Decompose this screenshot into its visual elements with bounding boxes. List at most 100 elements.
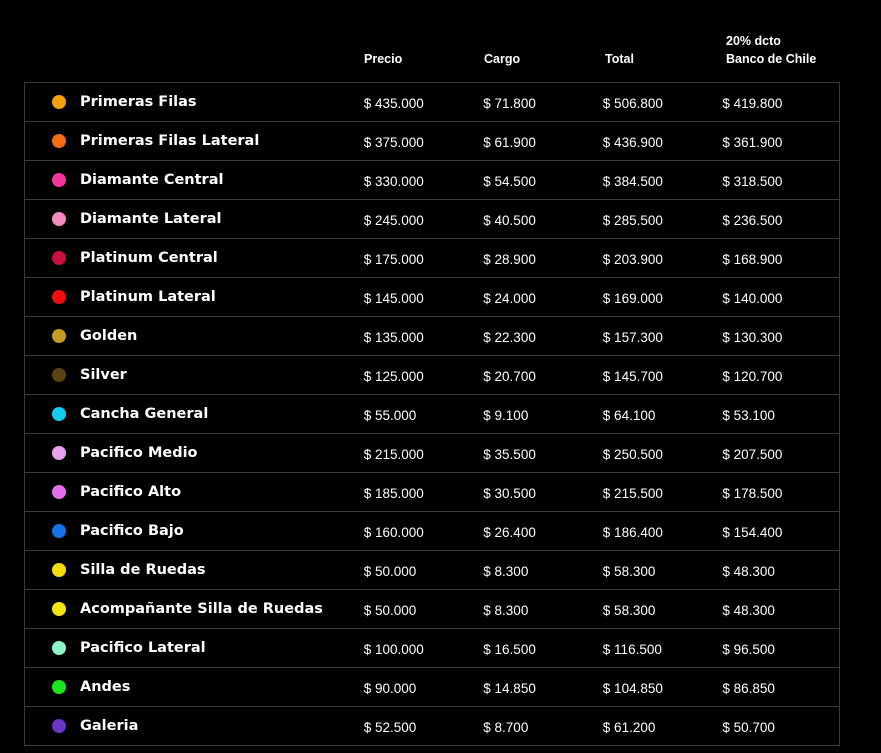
fee-cell: $ 8.700 bbox=[483, 707, 603, 746]
zone-cell: Primeras Filas Lateral bbox=[24, 121, 364, 161]
zone-name: Platinum Lateral bbox=[80, 289, 216, 305]
discount-value: $ 48.300 bbox=[722, 563, 775, 579]
fee-cell: $ 8.300 bbox=[483, 550, 603, 590]
discount-value: $ 154.400 bbox=[722, 524, 783, 540]
zone-name: Primeras Filas Lateral bbox=[80, 133, 260, 149]
fee-value: $ 26.400 bbox=[483, 524, 536, 540]
price-value: $ 145.000 bbox=[363, 290, 424, 306]
fee-cell: $ 28.900 bbox=[483, 238, 603, 278]
discount-cell: $ 154.400 bbox=[722, 511, 840, 551]
fee-cell: $ 8.300 bbox=[483, 589, 603, 629]
zone-cell: Platinum Central bbox=[24, 238, 364, 278]
zone-label-group: Platinum Central bbox=[25, 239, 364, 277]
zone-color-dot-icon bbox=[52, 641, 66, 655]
price-cell: $ 245.000 bbox=[363, 199, 484, 239]
fee-cell: $ 20.700 bbox=[483, 355, 603, 395]
discount-cell: $ 120.700 bbox=[722, 355, 840, 395]
total-cell: $ 58.300 bbox=[602, 589, 723, 629]
total-value: $ 186.400 bbox=[602, 524, 663, 540]
discount-cell: $ 178.500 bbox=[722, 472, 840, 512]
total-value: $ 116.500 bbox=[602, 641, 662, 657]
discount-cell: $ 130.300 bbox=[722, 316, 840, 356]
fee-cell: $ 16.500 bbox=[483, 628, 603, 668]
discount-value: $ 120.700 bbox=[722, 368, 783, 384]
zone-color-dot-icon bbox=[52, 173, 66, 187]
table-row: Pacifico Lateral $ 100.000 $ 16.500 $ 116.5… bbox=[24, 628, 840, 668]
zone-name: Galeria bbox=[80, 718, 139, 734]
price-value: $ 50.000 bbox=[363, 563, 417, 579]
zone-cell: Andes bbox=[24, 667, 364, 707]
total-value: $ 506.800 bbox=[602, 95, 663, 111]
zone-color-dot-icon bbox=[52, 290, 66, 304]
header-discount: 20% dcto Banco de Chile bbox=[726, 34, 817, 66]
zone-label-group: Acompañante Silla de Ruedas bbox=[25, 590, 364, 628]
table-row: Andes $ 90.000 $ 14.850 $ 104.850 $ 86.850 bbox=[24, 667, 840, 707]
discount-value: $ 96.500 bbox=[722, 641, 775, 657]
zone-label-group: Primeras Filas bbox=[25, 83, 364, 121]
zone-cell: Platinum Lateral bbox=[24, 277, 364, 317]
discount-cell: $ 96.500 bbox=[722, 628, 840, 668]
price-cell: $ 185.000 bbox=[363, 472, 484, 512]
zone-color-dot-icon bbox=[52, 563, 66, 577]
fee-value: $ 8.300 bbox=[483, 563, 529, 579]
discount-cell: $ 48.300 bbox=[722, 589, 840, 629]
zone-name: Silla de Ruedas bbox=[80, 562, 206, 578]
zone-name: Golden bbox=[80, 328, 138, 344]
total-cell: $ 116.500 bbox=[602, 628, 723, 668]
zone-cell: Silver bbox=[24, 355, 364, 395]
price-cell: $ 100.000 bbox=[363, 628, 484, 668]
zone-label-group: Cancha General bbox=[25, 395, 364, 433]
total-cell: $ 250.500 bbox=[602, 433, 723, 473]
price-value: $ 55.000 bbox=[363, 407, 417, 423]
zone-color-dot-icon bbox=[52, 407, 66, 421]
fee-value: $ 40.500 bbox=[483, 212, 536, 228]
fee-value: $ 8.700 bbox=[483, 719, 529, 735]
price-cell: $ 215.000 bbox=[363, 433, 484, 473]
table-row: Pacifico Medio $ 215.000 $ 35.500 $ 250.500… bbox=[24, 433, 840, 473]
table-header: Precio Cargo Total 20% dcto Banco de Chi… bbox=[24, 28, 840, 82]
zone-name: Diamante Lateral bbox=[80, 211, 222, 227]
fee-value: $ 16.500 bbox=[483, 641, 536, 657]
total-cell: $ 384.500 bbox=[602, 160, 723, 200]
fee-value: $ 9.100 bbox=[483, 407, 529, 423]
zone-name: Diamante Central bbox=[80, 172, 224, 188]
zone-label-group: Pacifico Medio bbox=[25, 434, 364, 472]
discount-value: $ 168.900 bbox=[722, 251, 783, 267]
total-value: $ 250.500 bbox=[602, 446, 663, 462]
zone-cell: Galeria bbox=[25, 707, 364, 746]
discount-cell: $ 168.900 bbox=[722, 238, 840, 278]
discount-cell: $ 419.800 bbox=[722, 82, 840, 122]
price-value: $ 100.000 bbox=[363, 641, 424, 657]
total-value: $ 436.900 bbox=[602, 134, 663, 150]
zone-cell: Diamante Lateral bbox=[24, 199, 364, 239]
zone-color-dot-icon bbox=[52, 680, 66, 694]
price-value: $ 245.000 bbox=[363, 212, 424, 228]
price-value: $ 160.000 bbox=[363, 524, 424, 540]
fee-cell: $ 26.400 bbox=[483, 511, 603, 551]
price-table-body: Primeras Filas $ 435.000 $ 71.800 $ 506.800… bbox=[24, 82, 840, 746]
price-cell: $ 145.000 bbox=[363, 277, 484, 317]
discount-value: $ 419.800 bbox=[722, 95, 783, 111]
total-cell: $ 61.200 bbox=[603, 707, 723, 746]
table-row: Primeras Filas Lateral $ 375.000 $ 61.900 $… bbox=[24, 121, 840, 161]
zone-color-dot-icon bbox=[52, 95, 66, 109]
zone-label-group: Pacifico Bajo bbox=[25, 512, 364, 550]
total-cell: $ 506.800 bbox=[602, 82, 723, 122]
table-row: Silla de Ruedas $ 50.000 $ 8.300 $ 58.300 $ … bbox=[24, 550, 840, 590]
zone-cell: Primeras Filas bbox=[24, 82, 364, 122]
total-value: $ 145.700 bbox=[602, 368, 663, 384]
price-value: $ 435.000 bbox=[363, 95, 424, 111]
discount-cell: $ 140.000 bbox=[722, 277, 840, 317]
discount-value: $ 86.850 bbox=[722, 680, 775, 696]
fee-cell: $ 22.300 bbox=[483, 316, 603, 356]
header-price: Precio bbox=[364, 52, 403, 66]
total-value: $ 203.900 bbox=[602, 251, 663, 267]
discount-value: $ 236.500 bbox=[722, 212, 783, 228]
fee-value: $ 71.800 bbox=[483, 95, 536, 111]
discount-value: $ 48.300 bbox=[722, 602, 775, 618]
zone-cell: Silla de Ruedas bbox=[24, 550, 364, 590]
total-cell: $ 203.900 bbox=[602, 238, 723, 278]
fee-value: $ 20.700 bbox=[483, 368, 536, 384]
table-row: Diamante Lateral $ 245.000 $ 40.500 $ 285.5… bbox=[24, 199, 840, 239]
fee-value: $ 14.850 bbox=[483, 680, 536, 696]
